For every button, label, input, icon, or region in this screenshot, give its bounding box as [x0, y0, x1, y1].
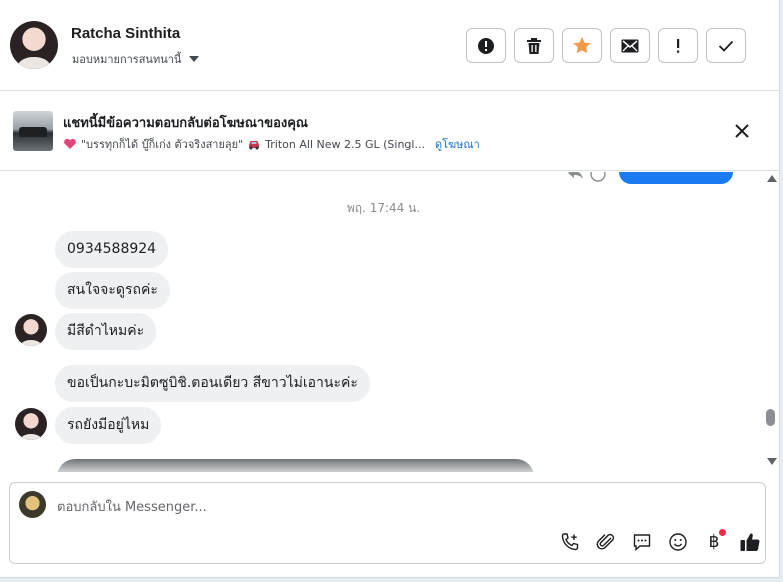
sender-avatar[interactable]	[15, 314, 47, 346]
spam-button[interactable]	[466, 28, 506, 63]
emoji-react-icon[interactable]	[590, 172, 606, 182]
reply-icon[interactable]	[566, 172, 584, 180]
ad-details: "บรรทุกก็ได้ บู๊ก็เก่ง ตัวจริงสายลุย" Tr…	[63, 135, 480, 153]
thumbs-up-icon	[740, 533, 760, 551]
car-icon	[249, 141, 260, 150]
contact-avatar[interactable]	[10, 21, 58, 69]
mark-unread-button[interactable]	[610, 28, 650, 63]
alert-circle-icon	[478, 37, 494, 54]
smiley-icon	[669, 533, 687, 551]
message-list: พฤ. 17:44 น. 0934588924 สนใจจะดูรถค่ะ มี…	[0, 172, 779, 472]
message-timestamp: พฤ. 17:44 น.	[346, 201, 421, 215]
chat-bubble-icon	[633, 534, 651, 552]
message-bubble[interactable]: ขอเป็นกะบะมิตซูบิชิ.ตอนเดียว สีขาวไม่เอา…	[55, 365, 370, 402]
like-button[interactable]	[732, 529, 768, 555]
delete-button[interactable]	[514, 28, 554, 63]
view-ad-link[interactable]: ดูโฆษณา	[435, 135, 480, 153]
image-attachment[interactable]	[57, 459, 534, 472]
heart-icon	[64, 138, 76, 149]
message-bubble[interactable]: 0934588924	[55, 231, 169, 268]
page-avatar	[19, 491, 46, 518]
composer-tools: ฿	[552, 529, 768, 555]
paperclip-icon	[596, 533, 615, 550]
header-actions	[466, 28, 746, 63]
trash-icon	[527, 37, 541, 54]
attach-button[interactable]	[588, 529, 624, 555]
close-icon[interactable]	[732, 121, 752, 141]
follow-up-button[interactable]	[658, 28, 698, 63]
scroll-down-arrow[interactable]	[767, 458, 777, 465]
message-bubble[interactable]: สนใจจะดูรถค่ะ	[55, 272, 170, 309]
notification-dot	[719, 529, 726, 536]
check-icon	[718, 40, 734, 52]
message-bubble[interactable]: รถยังมีอยู่ไหม	[55, 407, 162, 444]
ad-reply-banner: แชทนี้มีข้อความตอบกลับต่อโฆษณาของคุณ "บร…	[0, 91, 779, 171]
saved-replies-button[interactable]	[624, 529, 660, 555]
payment-button[interactable]: ฿	[696, 529, 732, 555]
contact-name[interactable]: Ratcha Sinthita	[71, 25, 180, 42]
mark-done-button[interactable]	[706, 28, 746, 63]
conversation-header: Ratcha Sinthita มอบหมายการสนทนานี้	[0, 0, 779, 91]
message-actions	[566, 172, 606, 182]
reply-input[interactable]	[57, 497, 657, 517]
ad-thumbnail[interactable]	[13, 111, 53, 151]
scroll-up-arrow[interactable]	[767, 175, 777, 182]
baht-icon: ฿	[708, 532, 720, 552]
exclamation-icon	[677, 38, 680, 53]
emoji-button[interactable]	[660, 529, 696, 555]
assign-conversation-dropdown[interactable]: มอบหมายการสนทนานี้	[72, 50, 200, 68]
scroll-thumb[interactable]	[766, 409, 775, 426]
ad-vehicle: Triton All New 2.5 GL (Singl...	[265, 137, 425, 151]
message-bubble[interactable]: มีสีดำไหมค่ะ	[55, 313, 157, 350]
star-button[interactable]	[562, 28, 602, 63]
envelope-icon	[621, 39, 639, 52]
conversation-panel: Ratcha Sinthita มอบหมายการสนทนานี้ แชทนี…	[0, 0, 780, 578]
assign-label: มอบหมายการสนทนานี้	[72, 53, 182, 66]
reply-composer: ฿	[9, 482, 766, 564]
sender-avatar[interactable]	[15, 408, 47, 440]
sent-message-bubble	[619, 172, 733, 184]
call-button[interactable]	[552, 529, 588, 555]
star-icon	[573, 37, 591, 54]
banner-title: แชทนี้มีข้อความตอบกลับต่อโฆษณาของคุณ	[63, 116, 308, 131]
ad-text: "บรรทุกก็ได้ บู๊ก็เก่ง ตัวจริงสายลุย"	[81, 138, 244, 151]
phone-plus-icon	[561, 533, 579, 551]
caret-down-icon	[189, 56, 200, 62]
scrollbar[interactable]	[764, 172, 778, 472]
